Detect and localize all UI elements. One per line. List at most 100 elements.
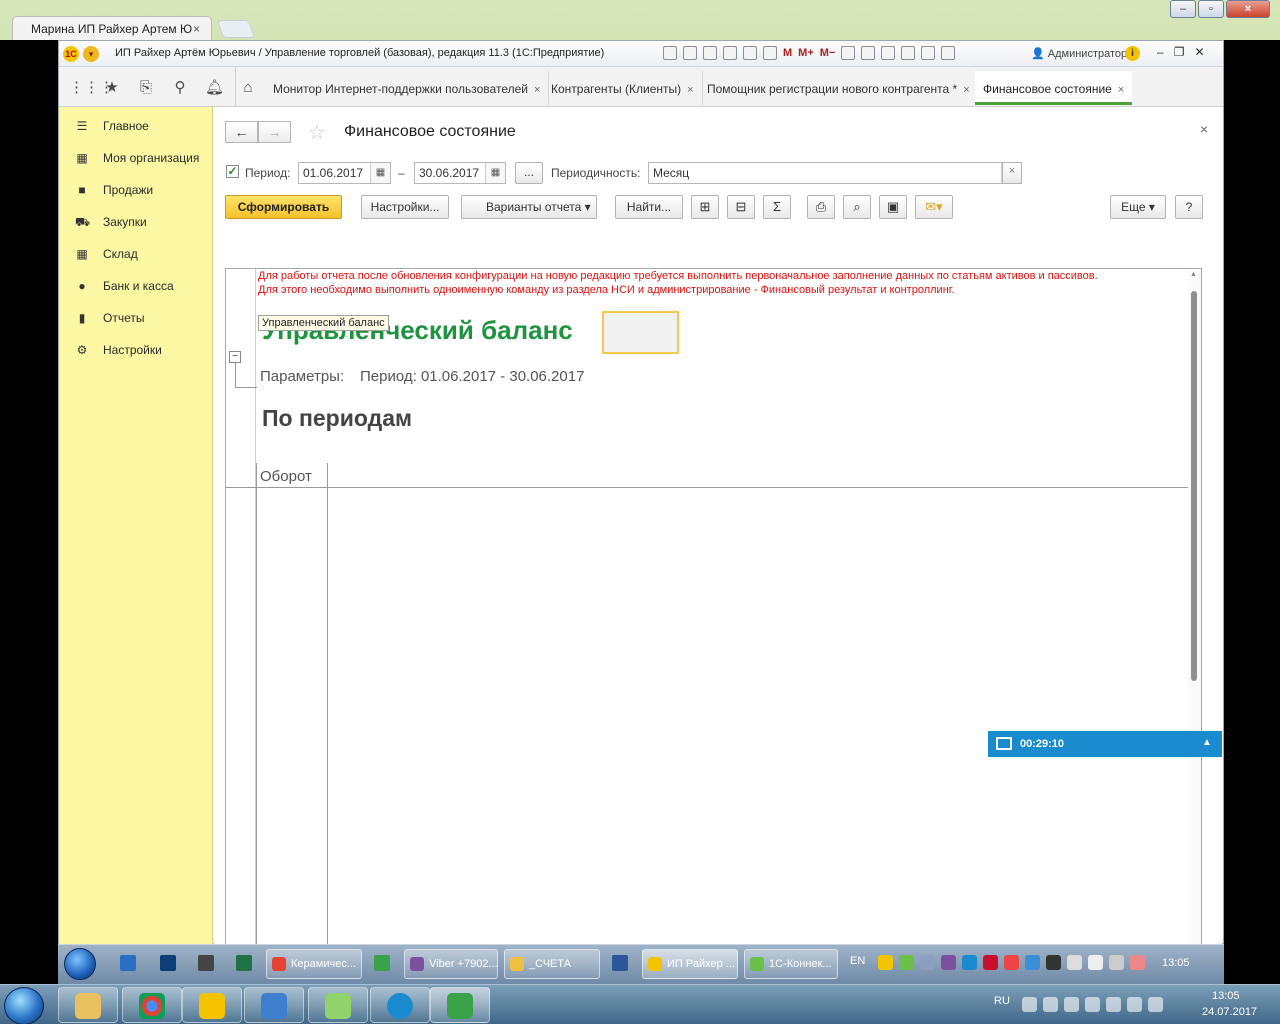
redo-icon[interactable] [901, 46, 916, 60]
sidebar-item-reports[interactable]: ▮ Отчеты [59, 303, 213, 333]
panel-icon[interactable] [941, 46, 956, 60]
tab-internet-support-monitor[interactable]: Монитор Интернет-поддержки пользователей… [265, 71, 550, 105]
sidebar-item-purchases[interactable]: ⛟ Закупки [59, 207, 213, 237]
sidebar-item-warehouse[interactable]: ▦ Склад [59, 239, 213, 269]
excel-icon[interactable] [236, 955, 252, 971]
memory-add-button[interactable]: M+ [798, 47, 814, 59]
1c-button[interactable] [182, 987, 242, 1023]
print-icon[interactable] [683, 46, 697, 60]
session-timer-panel[interactable]: 00:29:10 ▲ [988, 731, 1222, 757]
period-select-button[interactable]: ... [515, 162, 543, 184]
back-button[interactable]: ← [225, 121, 258, 143]
history-icon[interactable]: ⎘ [137, 79, 155, 97]
expand-arrow-icon[interactable]: ▲ [1202, 737, 1212, 748]
sidebar-item-sales[interactable]: ■ Продажи [59, 175, 213, 205]
tray-icon[interactable] [983, 955, 998, 970]
home-icon[interactable]: ⌂ [239, 79, 257, 97]
help-button[interactable]: ? [1175, 195, 1203, 219]
teamviewer-button[interactable] [370, 987, 430, 1023]
remote-app-button[interactable] [244, 987, 304, 1023]
clear-icon[interactable]: × [1002, 162, 1022, 184]
undo-icon[interactable] [881, 46, 896, 60]
scroll-thumb[interactable] [1191, 291, 1197, 681]
clock-date[interactable]: 24.07.2017 [1202, 1006, 1257, 1018]
calendar-icon[interactable] [763, 46, 777, 60]
tray-icon[interactable] [1004, 955, 1019, 970]
generate-report-button[interactable]: Сформировать [225, 195, 342, 219]
word-icon[interactable] [612, 955, 628, 971]
minimize-button[interactable]: – [1170, 0, 1196, 18]
preview-icon[interactable] [703, 46, 717, 60]
close-window-button[interactable]: × [1226, 0, 1270, 18]
report-spreadsheet[interactable]: Для работы отчета после обновления конфи… [225, 268, 1202, 974]
tray-icon[interactable] [1043, 997, 1058, 1012]
calendar-icon[interactable]: ▦ [485, 163, 505, 183]
more-button[interactable]: Еще ▾ [1110, 195, 1166, 219]
tray-icon[interactable] [899, 955, 914, 970]
volume-icon[interactable] [1127, 997, 1142, 1012]
settings-button[interactable]: Настройки... [361, 195, 449, 219]
zoom-icon[interactable] [921, 46, 936, 60]
tab-close-icon[interactable]: × [963, 84, 969, 96]
app-icon[interactable] [374, 955, 390, 971]
tray-icon[interactable] [962, 955, 977, 970]
remote-task-1c-connect[interactable]: 1С-Коннек... [744, 949, 838, 979]
forward-button[interactable]: → [258, 121, 291, 143]
quicklaunch-icon[interactable] [120, 955, 136, 971]
copy-icon[interactable] [841, 46, 856, 60]
form-close-icon[interactable]: × [1200, 121, 1208, 137]
favorites-star-icon[interactable]: ★ [103, 79, 121, 97]
info-icon[interactable]: i [1125, 46, 1140, 61]
collapse-groups-icon[interactable]: ⊟ [727, 195, 755, 219]
paste-icon[interactable] [861, 46, 876, 60]
app-button[interactable] [308, 987, 368, 1023]
scroll-up-icon[interactable]: ▲ [1190, 271, 1197, 278]
remote-task-viber[interactable]: Viber +7902... [404, 949, 498, 979]
sidebar-item-bank-cash[interactable]: ● Банк и касса [59, 271, 213, 301]
browser-tab-close-icon[interactable]: × [193, 22, 200, 36]
flag-icon[interactable] [1085, 997, 1100, 1012]
tab-financial-state[interactable]: Финансовое состояние × [975, 71, 1133, 105]
app-close-button[interactable]: ✕ [1194, 45, 1204, 59]
show-hidden-icon[interactable] [1022, 997, 1037, 1012]
calendar-icon[interactable]: ▦ [370, 163, 390, 183]
tab-close-icon[interactable]: × [1118, 84, 1124, 96]
network-icon[interactable] [1106, 997, 1121, 1012]
app-icon[interactable] [198, 955, 214, 971]
find-button[interactable]: Найти... [615, 195, 683, 219]
save-icon[interactable] [663, 46, 677, 60]
tab-close-icon[interactable]: × [687, 84, 693, 96]
sidebar-item-my-organization[interactable]: ▦ Моя организация [59, 143, 213, 173]
sum-icon[interactable]: Σ [763, 195, 791, 219]
link-icon[interactable] [723, 46, 737, 60]
report-variants-button[interactable]: Варианты отчета ▾ [461, 195, 597, 219]
windows-start-icon[interactable] [4, 987, 44, 1024]
favorite-star-icon[interactable]: ☆ [308, 120, 326, 145]
photoshop-icon[interactable] [160, 955, 176, 971]
print-icon[interactable]: ⎙ [807, 195, 835, 219]
tab-close-icon[interactable]: × [534, 84, 540, 96]
selected-cell[interactable] [602, 311, 679, 354]
remote-task-invoices[interactable]: _СЧЕТА [504, 949, 600, 979]
notifications-bell-icon[interactable]: 🔔︎ [205, 79, 224, 97]
maximize-button[interactable]: ▫ [1198, 0, 1224, 18]
calculator-icon[interactable] [743, 46, 757, 60]
tray-icon[interactable] [1148, 997, 1163, 1012]
clock-time[interactable]: 13:05 [1212, 990, 1240, 1002]
network-icon[interactable] [1109, 955, 1124, 970]
explorer-button[interactable] [58, 987, 118, 1023]
tray-icon[interactable] [920, 955, 935, 970]
remote-session-button[interactable] [430, 987, 490, 1023]
sidebar-item-main[interactable]: ☰ Главное [59, 111, 213, 141]
date-from-input[interactable]: 01.06.2017 ▦ [298, 162, 391, 184]
tray-icon[interactable] [1046, 955, 1061, 970]
browser-tab[interactable]: Марина ИП Райхер Артем Ю [12, 16, 212, 40]
language-indicator[interactable]: RU [994, 995, 1010, 1007]
print-preview-icon[interactable]: ⌕ [843, 195, 871, 219]
remote-clock[interactable]: 13:05 [1162, 957, 1190, 969]
tray-icon[interactable] [941, 955, 956, 970]
date-to-input[interactable]: 30.06.2017 ▦ [414, 162, 506, 184]
app-restore-button[interactable]: ❐ [1174, 45, 1185, 59]
current-user[interactable]: 👤 Администратор [1031, 47, 1127, 60]
memory-subtract-button[interactable]: M− [820, 47, 836, 59]
